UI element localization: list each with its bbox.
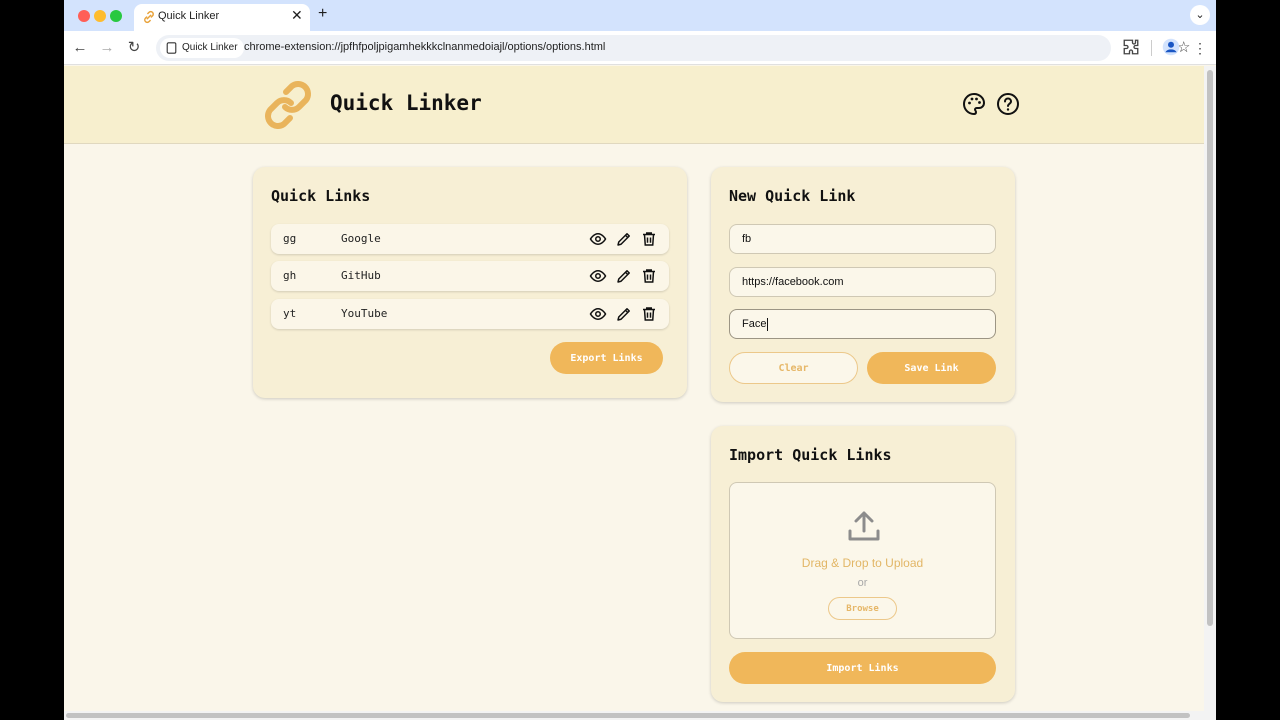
upload-dropzone[interactable]: Drag & Drop to Upload or Browse — [729, 482, 996, 639]
pencil-icon[interactable] — [615, 305, 633, 323]
horizontal-scrollbar-thumb[interactable] — [66, 713, 1190, 718]
tab-search-button[interactable]: ⌄ — [1190, 5, 1210, 25]
extension-page-icon — [166, 42, 177, 54]
quick-links-card: Quick Links gg Google gh GitHub yt YouTu… — [253, 167, 687, 398]
maximize-window-button[interactable] — [110, 10, 122, 22]
options-page: Quick Linker Quick Links gg Google gh Gi… — [64, 66, 1204, 720]
import-links-button[interactable]: Import Links — [729, 652, 996, 684]
eye-icon[interactable] — [589, 267, 607, 285]
clear-button[interactable]: Clear — [729, 352, 858, 384]
palette-icon[interactable] — [962, 92, 986, 116]
tab-strip: Quick Linker ✕ + ⌄ — [64, 0, 1216, 31]
browse-button[interactable]: Browse — [828, 597, 897, 620]
browser-window: Quick Linker ✕ + ⌄ ← → ↻ Quick Linker ch… — [64, 0, 1216, 720]
pencil-icon[interactable] — [615, 230, 633, 248]
horizontal-scrollbar[interactable] — [64, 711, 1204, 720]
vertical-scrollbar-thumb[interactable] — [1207, 70, 1213, 626]
link-name: GitHub — [341, 269, 381, 282]
help-circle-icon[interactable] — [996, 92, 1020, 116]
list-item: yt YouTube — [271, 299, 669, 329]
app-header: Quick Linker — [64, 66, 1204, 144]
close-tab-icon[interactable]: ✕ — [291, 7, 303, 24]
link-key: gh — [283, 269, 297, 282]
toolbar-divider — [1151, 40, 1152, 56]
or-text: or — [857, 577, 868, 589]
browser-tab[interactable]: Quick Linker ✕ — [134, 4, 310, 31]
browser-toolbar: ← → ↻ Quick Linker chrome-extension://jp… — [64, 31, 1216, 65]
site-chip-label: Quick Linker — [182, 42, 238, 53]
new-quick-link-title: New Quick Link — [729, 187, 856, 205]
link-name: Google — [341, 232, 381, 245]
chain-link-icon — [144, 10, 154, 24]
url-input[interactable]: https://facebook.com — [729, 267, 996, 297]
key-input[interactable]: fb — [729, 224, 996, 254]
chain-link-icon — [265, 81, 311, 129]
eye-icon[interactable] — [589, 230, 607, 248]
list-item: gg Google — [271, 224, 669, 254]
pencil-icon[interactable] — [615, 267, 633, 285]
minimize-window-button[interactable] — [94, 10, 106, 22]
drop-text: Drag & Drop to Upload — [801, 556, 924, 570]
trash-icon[interactable] — [640, 230, 658, 248]
save-link-button[interactable]: Save Link — [867, 352, 996, 384]
extensions-icon[interactable] — [1122, 38, 1140, 56]
link-key: gg — [283, 232, 297, 245]
link-name: YouTube — [341, 307, 388, 320]
upload-icon — [848, 511, 880, 541]
export-links-button[interactable]: Export Links — [550, 342, 663, 374]
import-title: Import Quick Links — [729, 446, 892, 464]
address-bar[interactable]: Quick Linker chrome-extension://jpfhfpol… — [156, 35, 1190, 61]
app-title: Quick Linker — [330, 91, 482, 115]
vertical-scrollbar[interactable] — [1204, 66, 1216, 720]
reload-icon[interactable]: ↻ — [124, 38, 144, 58]
quick-links-title: Quick Links — [271, 187, 371, 205]
name-input-value: Face — [742, 318, 767, 330]
browser-menu-icon[interactable]: ⋮ — [1190, 38, 1210, 58]
new-tab-button[interactable]: + — [318, 5, 327, 23]
profile-avatar-icon[interactable] — [1162, 38, 1180, 56]
text-caret — [767, 317, 769, 331]
url-text[interactable]: chrome-extension://jpfhfpoljpigamhekkkcl… — [244, 41, 605, 53]
trash-icon[interactable] — [640, 305, 658, 323]
site-info-chip[interactable]: Quick Linker — [160, 38, 244, 58]
new-quick-link-card: New Quick Link fb https://facebook.com F… — [711, 167, 1015, 402]
tab-title: Quick Linker — [158, 10, 220, 22]
list-item: gh GitHub — [271, 261, 669, 291]
name-input[interactable]: Face — [729, 309, 996, 339]
back-icon[interactable]: ← — [70, 38, 90, 58]
import-quick-links-card: Import Quick Links Drag & Drop to Upload… — [711, 426, 1015, 702]
trash-icon[interactable] — [640, 267, 658, 285]
eye-icon[interactable] — [589, 305, 607, 323]
link-key: yt — [283, 307, 297, 320]
close-window-button[interactable] — [78, 10, 90, 22]
forward-icon[interactable]: → — [97, 38, 117, 58]
